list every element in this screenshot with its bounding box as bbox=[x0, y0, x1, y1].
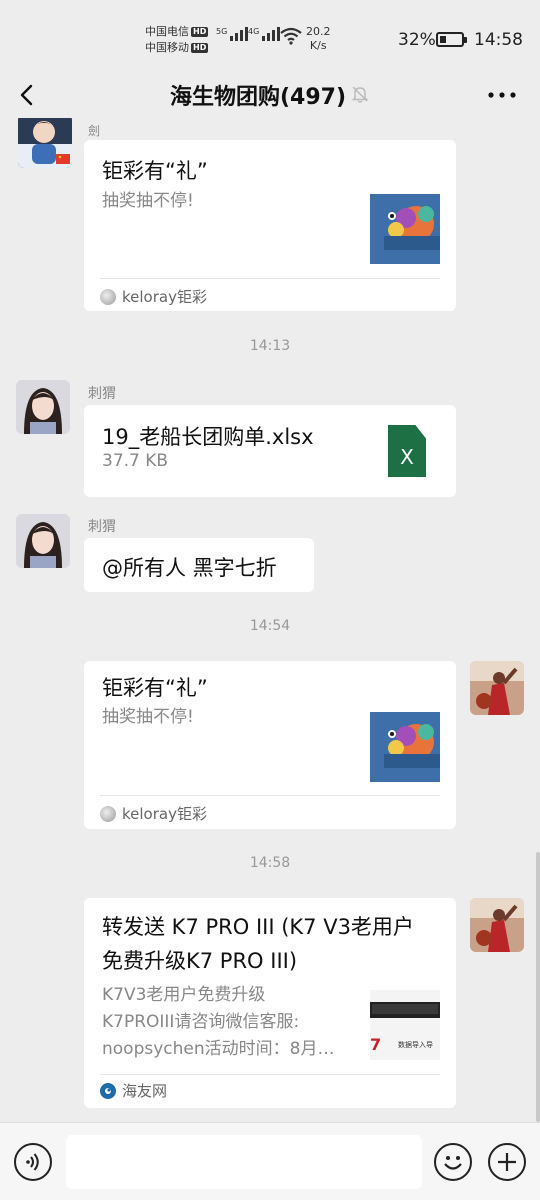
text-message[interactable]: @所有人 黑字七折 bbox=[84, 538, 314, 592]
bell-off-icon bbox=[351, 86, 369, 103]
card-thumbnail bbox=[370, 712, 440, 782]
thumbnail-caption: 数据导入导 bbox=[398, 1041, 433, 1049]
card-source: keloray钜彩 bbox=[100, 803, 207, 824]
source-logo-icon bbox=[100, 1082, 116, 1099]
avatar[interactable] bbox=[470, 661, 524, 715]
sender-name: 刺猬 bbox=[88, 386, 116, 402]
status-time: 14:58 bbox=[474, 30, 523, 50]
signal-4g-icon: 4G bbox=[248, 27, 281, 41]
card-source: keloray钜彩 bbox=[100, 286, 207, 307]
sender-name: 劍 bbox=[88, 124, 101, 138]
card-description: K7PROIII请咨询微信客服: bbox=[102, 1012, 300, 1032]
card-title: 免费升级K7 PRO III) bbox=[102, 949, 298, 973]
card-description: K7V3老用户免费升级 bbox=[102, 985, 266, 1005]
avatar[interactable] bbox=[470, 898, 524, 952]
hd-badge: HD bbox=[191, 43, 209, 53]
emoji-icon[interactable] bbox=[434, 1143, 472, 1181]
carrier-info: 中国电信 HD 中国移动 HD bbox=[145, 24, 209, 56]
network-speed: 20.2 K/s bbox=[306, 25, 331, 52]
card-description: 抽奖抽不停! bbox=[102, 707, 194, 727]
message-text: @所有人 黑字七折 bbox=[102, 556, 277, 580]
avatar[interactable] bbox=[16, 514, 70, 568]
source-name: 海友网 bbox=[122, 1082, 168, 1100]
link-card-message[interactable]: 转发送 K7 PRO III (K7 V3老用户 免费升级K7 PRO III)… bbox=[84, 898, 456, 1108]
timestamp: 14:54 bbox=[249, 618, 291, 634]
timestamp: 14:13 bbox=[249, 338, 291, 354]
carrier-2: 中国移动 bbox=[145, 41, 189, 54]
card-description: noopsychen活动时间：8月… bbox=[102, 1039, 335, 1059]
battery-percent: 32% bbox=[398, 30, 436, 50]
wifi-icon bbox=[280, 27, 302, 45]
avatar[interactable] bbox=[16, 380, 70, 434]
more-horizontal-icon[interactable] bbox=[484, 82, 520, 108]
chat-header: 海生物团购(497) bbox=[0, 72, 540, 118]
svg-text:7: 7 bbox=[370, 1035, 381, 1054]
battery-icon bbox=[436, 32, 467, 47]
message-composer bbox=[0, 1122, 540, 1200]
link-card-message[interactable]: 钜彩有“礼” 抽奖抽不停! keloray钜彩 bbox=[84, 140, 456, 311]
card-thumbnail bbox=[370, 194, 440, 264]
chevron-left-icon[interactable] bbox=[14, 80, 42, 110]
file-name: 19_老船长团购单.xlsx bbox=[102, 425, 314, 449]
card-title: 钜彩有“礼” bbox=[102, 676, 208, 700]
source-logo-icon bbox=[100, 805, 116, 822]
voice-icon[interactable] bbox=[14, 1143, 52, 1181]
card-title: 转发送 K7 PRO III (K7 V3老用户 bbox=[102, 915, 414, 939]
scrollbar[interactable] bbox=[536, 852, 540, 1122]
avatar[interactable] bbox=[18, 118, 72, 168]
hd-badge: HD bbox=[191, 27, 209, 37]
card-title: 钜彩有“礼” bbox=[102, 159, 208, 183]
file-message[interactable]: 19_老船长团购单.xlsx 37.7 KB X bbox=[84, 405, 456, 497]
card-source: 海友网 bbox=[100, 1080, 167, 1101]
status-bar: 中国电信 HD 中国移动 HD 5G 4G 20.2 K/s 32% 14:58 bbox=[0, 0, 540, 72]
sender-name: 刺猬 bbox=[88, 519, 116, 535]
card-description: 抽奖抽不停! bbox=[102, 191, 194, 211]
card-thumbnail: 7 数据导入导 bbox=[370, 990, 440, 1060]
card-divider bbox=[100, 278, 440, 279]
card-divider bbox=[100, 795, 440, 796]
link-card-message[interactable]: 钜彩有“礼” 抽奖抽不停! keloray钜彩 bbox=[84, 661, 456, 829]
excel-file-icon: X bbox=[388, 425, 426, 477]
carrier-1: 中国电信 bbox=[145, 25, 189, 38]
message-input[interactable] bbox=[66, 1135, 422, 1189]
file-size: 37.7 KB bbox=[102, 451, 169, 471]
timestamp: 14:58 bbox=[249, 855, 291, 871]
source-name: keloray钜彩 bbox=[122, 805, 207, 823]
source-name: keloray钜彩 bbox=[122, 288, 207, 306]
plus-circle-icon[interactable] bbox=[488, 1143, 526, 1181]
source-logo-icon bbox=[100, 288, 116, 305]
message-list[interactable]: 劍 钜彩有“礼” 抽奖抽不停! keloray钜彩 14:13 刺猬 19_老船… bbox=[0, 118, 540, 1122]
chat-title[interactable]: 海生物团购(497) bbox=[170, 79, 346, 111]
signal-5g-icon: 5G bbox=[216, 27, 249, 41]
card-divider bbox=[100, 1074, 440, 1075]
